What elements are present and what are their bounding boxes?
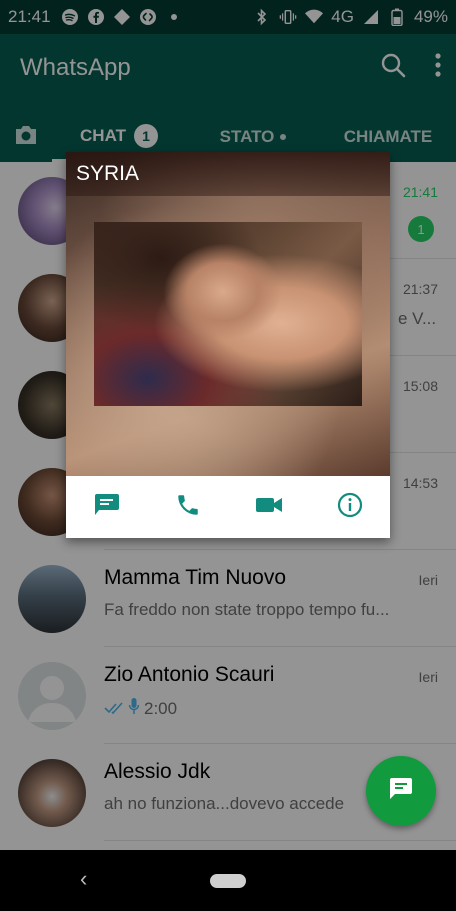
info-icon <box>337 492 363 523</box>
profile-photo-background[interactable]: SYRIA <box>66 152 390 476</box>
video-call-button[interactable] <box>249 487 289 527</box>
contact-name: SYRIA <box>76 162 140 185</box>
phone-icon <box>175 492 201 523</box>
video-call-icon <box>255 495 283 520</box>
message-icon <box>93 493 121 522</box>
profile-photo[interactable] <box>94 222 362 406</box>
new-chat-icon <box>388 777 414 806</box>
info-button[interactable] <box>330 487 370 527</box>
call-button[interactable] <box>168 487 208 527</box>
quick-actions <box>66 476 390 538</box>
home-pill[interactable] <box>210 874 246 888</box>
system-nav-bar: ‹ <box>0 850 456 911</box>
new-chat-button[interactable] <box>366 756 436 826</box>
contact-quick-view: SYRIA <box>66 152 390 538</box>
back-icon[interactable]: ‹ <box>80 866 87 892</box>
message-button[interactable] <box>87 487 127 527</box>
